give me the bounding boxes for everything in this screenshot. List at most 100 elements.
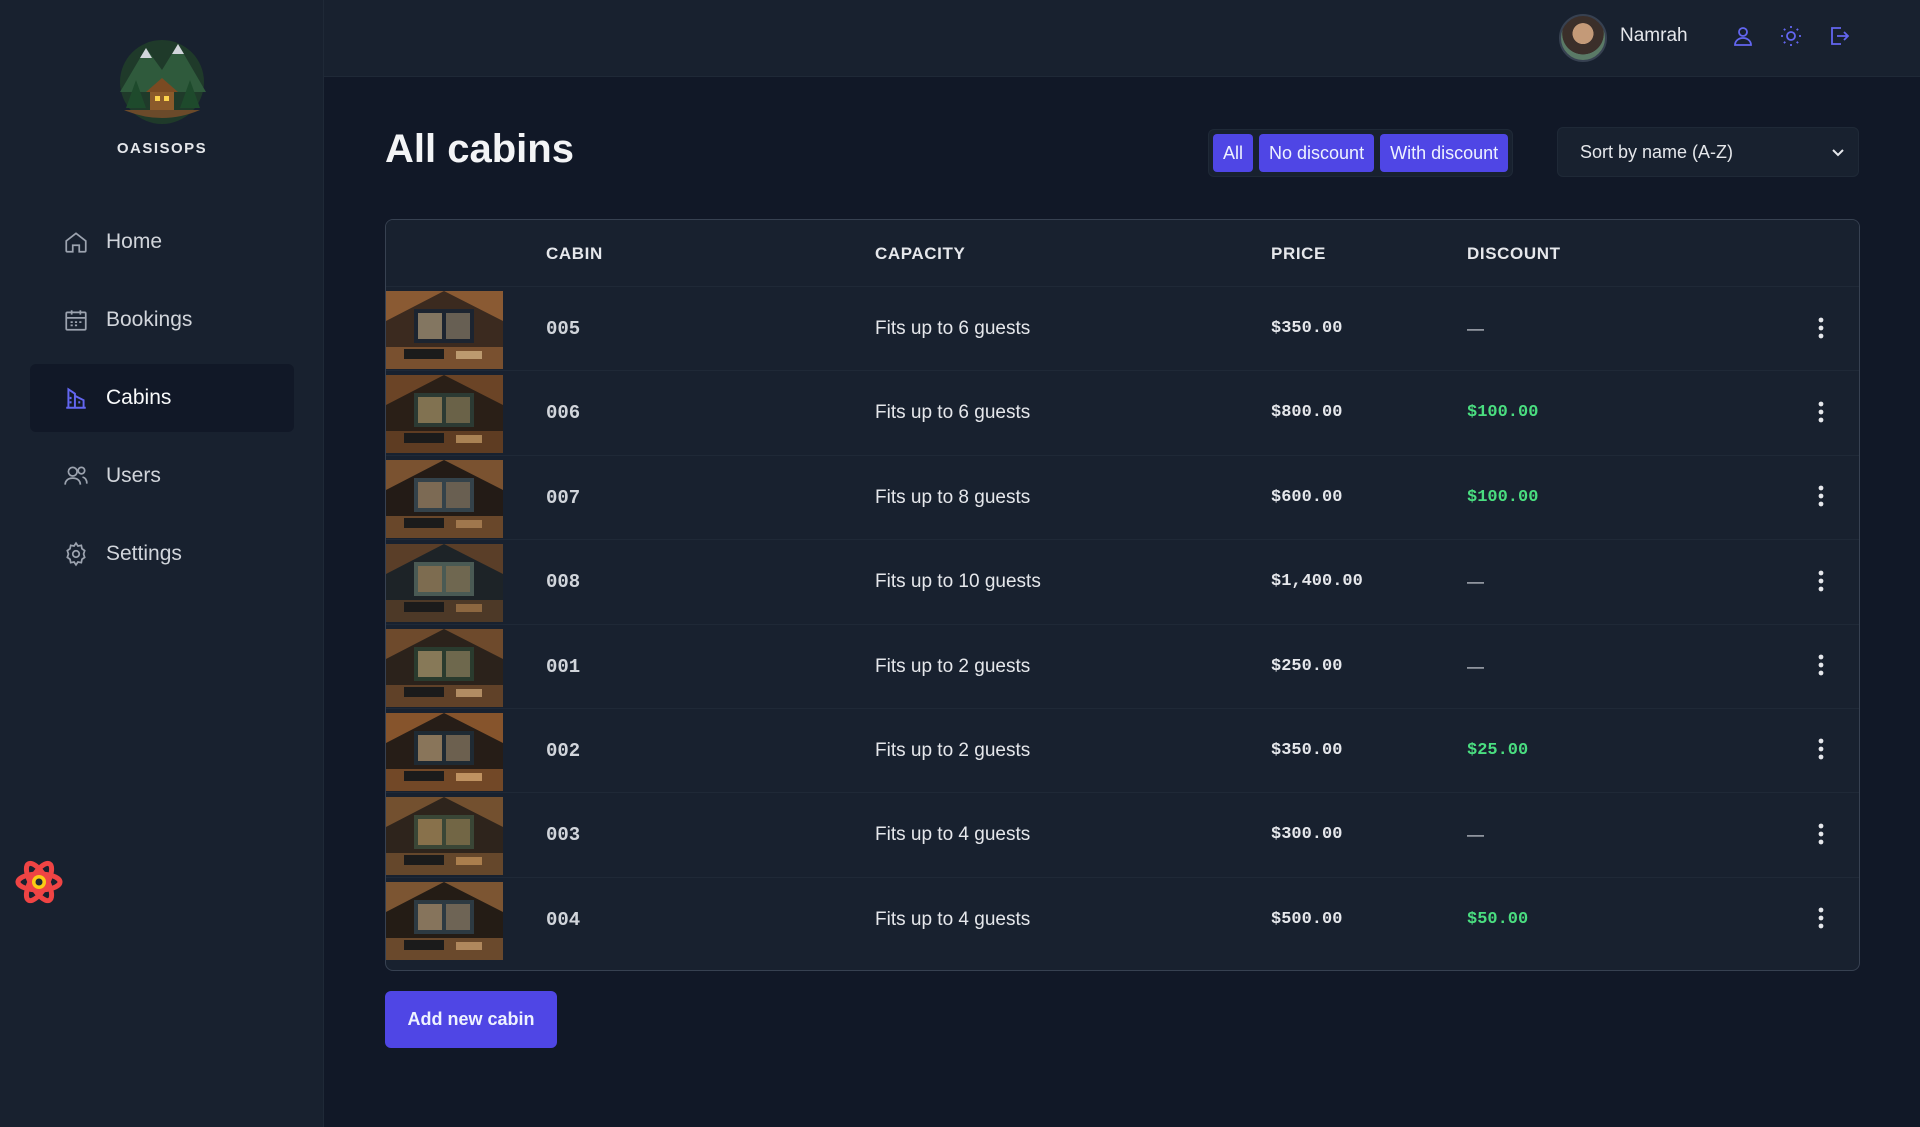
row-menu-button[interactable]	[1806, 568, 1836, 598]
chevron-down-icon	[1830, 144, 1846, 165]
sidebar-item-label: Settings	[106, 542, 182, 565]
cabin-image	[386, 375, 503, 454]
more-vertical-icon	[1818, 654, 1824, 681]
cabin-price: $350.00	[1271, 740, 1343, 760]
sidebar-item-bookings[interactable]: Bookings	[30, 286, 294, 354]
cabin-price: $600.00	[1271, 487, 1343, 507]
table-row: 003 Fits up to 4 guests $300.00 —	[386, 793, 1859, 878]
app-root: OASISOPS Home Bookings Cabins Users Sett…	[0, 0, 1920, 1127]
filter-with-discount-button[interactable]: With discount	[1380, 134, 1509, 172]
sidebar-item-users[interactable]: Users	[30, 442, 294, 510]
cabin-name: 002	[546, 739, 581, 762]
more-vertical-icon	[1818, 823, 1824, 850]
column-header-discount: DISCOUNT	[1467, 244, 1561, 263]
row-menu-button[interactable]	[1806, 737, 1836, 767]
more-vertical-icon	[1818, 907, 1824, 934]
logout-icon	[1827, 24, 1851, 53]
column-header-price: PRICE	[1271, 244, 1326, 263]
cabin-price: $500.00	[1271, 909, 1343, 929]
cabin-name: 001	[546, 655, 581, 678]
sidebar-item-label: Home	[106, 230, 163, 253]
avatar	[1559, 14, 1607, 62]
cabin-price: $800.00	[1271, 403, 1343, 423]
account-button[interactable]	[1727, 22, 1759, 54]
sidebar-item-settings[interactable]: Settings	[30, 520, 294, 588]
cabin-image	[386, 544, 503, 623]
top-header: Namrah	[324, 0, 1920, 77]
calendar-icon	[62, 306, 90, 334]
cabin-discount: $100.00	[1467, 487, 1539, 507]
filter-no-discount-button[interactable]: No discount	[1259, 134, 1375, 172]
sort-select[interactable]: Sort by name (A-Z)	[1557, 127, 1859, 177]
row-menu-button[interactable]	[1806, 653, 1836, 683]
row-menu-button[interactable]	[1806, 821, 1836, 851]
add-cabin-button[interactable]: Add new cabin	[385, 991, 557, 1048]
sidebar-item-label: Bookings	[106, 308, 193, 331]
row-menu-button[interactable]	[1806, 399, 1836, 429]
sidebar: OASISOPS Home Bookings Cabins Users Sett…	[0, 0, 324, 1127]
mountain-cabin-logo	[120, 40, 206, 124]
cabin-price: $250.00	[1271, 656, 1343, 676]
table-row: 001 Fits up to 2 guests $250.00 —	[386, 625, 1859, 709]
sort-select-value: Sort by name (A-Z)	[1580, 141, 1734, 162]
cabin-capacity: Fits up to 4 guests	[875, 908, 1031, 930]
cabin-image	[386, 881, 503, 960]
cabin-image	[386, 628, 503, 707]
cabin-name: 007	[546, 486, 581, 509]
cabin-price: $300.00	[1271, 825, 1343, 845]
table-row: 004 Fits up to 4 guests $500.00 $50.00	[386, 878, 1859, 962]
dark-mode-toggle[interactable]	[1775, 22, 1807, 54]
table-row: 005 Fits up to 6 guests $350.00 —	[386, 287, 1859, 372]
cabin-image	[386, 291, 503, 369]
more-vertical-icon	[1818, 738, 1824, 765]
user-name: Namrah	[1620, 25, 1688, 46]
discount-filter: All No discount With discount	[1208, 129, 1514, 177]
cabin-capacity: Fits up to 2 guests	[875, 739, 1031, 761]
filter-all-button[interactable]: All	[1213, 134, 1254, 172]
more-vertical-icon	[1818, 401, 1824, 428]
cabin-discount: $25.00	[1467, 740, 1529, 760]
gear-icon	[62, 540, 90, 568]
user-icon	[1731, 24, 1755, 53]
cabin-name: 005	[546, 318, 581, 340]
cabin-discount: $50.00	[1467, 909, 1529, 929]
more-vertical-icon	[1818, 570, 1824, 597]
row-menu-button[interactable]	[1806, 484, 1836, 514]
page-title: All cabins	[385, 127, 574, 171]
more-vertical-icon	[1818, 485, 1824, 512]
react-query-devtools-icon[interactable]	[14, 857, 64, 907]
cabin-capacity: Fits up to 10 guests	[875, 571, 1041, 593]
cabin-price: $350.00	[1271, 319, 1343, 338]
sidebar-nav: Home Bookings Cabins Users Settings	[30, 208, 294, 598]
logout-button[interactable]	[1823, 22, 1855, 54]
table-header: CABIN CAPACITY PRICE DISCOUNT	[386, 220, 1859, 287]
row-menu-button[interactable]	[1806, 315, 1836, 345]
cabin-price: $1,400.00	[1271, 572, 1363, 592]
cabin-discount: —	[1467, 572, 1484, 592]
more-vertical-icon	[1818, 317, 1824, 344]
cabin-discount: —	[1467, 319, 1484, 338]
sidebar-item-label: Users	[106, 464, 161, 487]
sun-icon	[1779, 24, 1803, 53]
cabin-name: 006	[546, 402, 581, 425]
cabin-name: 008	[546, 571, 581, 594]
table-row: 008 Fits up to 10 guests $1,400.00 —	[386, 540, 1859, 625]
cabins-table: CABIN CAPACITY PRICE DISCOUNT 005 Fits up…	[385, 219, 1860, 971]
cabin-capacity: Fits up to 2 guests	[875, 655, 1031, 677]
table-row: 002 Fits up to 2 guests $350.00 $25.00	[386, 709, 1859, 794]
column-header-cabin: CABIN	[546, 244, 603, 263]
table-row: 006 Fits up to 6 guests $800.00 $100.00	[386, 371, 1859, 456]
cabin-name: 003	[546, 824, 581, 847]
table-row: 007 Fits up to 8 guests $600.00 $100.00	[386, 456, 1859, 541]
cabin-capacity: Fits up to 8 guests	[875, 486, 1031, 508]
cabin-image	[386, 712, 503, 791]
cabin-image	[386, 797, 503, 876]
cabin-discount: —	[1467, 825, 1484, 845]
column-header-capacity: CAPACITY	[875, 244, 966, 263]
cabin-capacity: Fits up to 6 guests	[875, 318, 1031, 339]
cabin-discount: —	[1467, 656, 1484, 676]
cabin-name: 004	[546, 908, 581, 931]
sidebar-item-cabins[interactable]: Cabins	[30, 364, 294, 432]
sidebar-item-home[interactable]: Home	[30, 208, 294, 276]
row-menu-button[interactable]	[1806, 906, 1836, 936]
